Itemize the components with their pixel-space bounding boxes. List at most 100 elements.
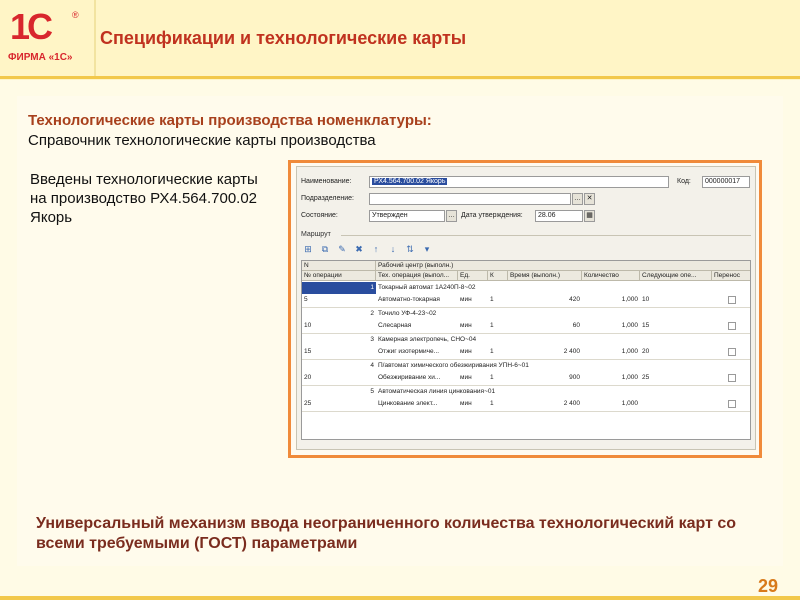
unit-cell[interactable]: мин — [458, 346, 488, 358]
table-header-row: № операции Тех. операция (выпол... Ед. К… — [302, 271, 750, 281]
op-number-cell[interactable]: 15 — [302, 346, 376, 358]
work-center-cell[interactable]: Токарный автомат 1А240П-8~02 — [376, 282, 750, 294]
column-header-op-number[interactable]: № операции — [302, 271, 376, 281]
next-ops-cell[interactable]: 20 — [640, 346, 712, 358]
name-label: Наименование: — [301, 178, 352, 185]
transfer-checkbox[interactable] — [728, 400, 736, 408]
column-header-operation[interactable]: Тех. операция (выпол... — [376, 271, 458, 281]
operation-cell[interactable]: Слесарная — [376, 320, 458, 332]
header-rule — [0, 76, 800, 79]
table-row[interactable]: 3 Камерная электропечь, СНО~04 15 Отжиг изо… — [302, 334, 750, 360]
time-cell[interactable]: 2 400 — [508, 398, 582, 410]
approval-date-field[interactable]: 28.06 — [535, 210, 583, 222]
work-center-cell[interactable]: Автоматическая линия цинкования~01 — [376, 386, 750, 398]
code-label: Код: — [677, 178, 691, 185]
logo-mark: 1C — [10, 6, 53, 47]
k-cell[interactable]: 1 — [488, 346, 508, 358]
column-header-time[interactable]: Время (выполн.) — [508, 271, 582, 281]
copy-row-icon[interactable]: ⧉ — [318, 243, 332, 256]
state-select-button[interactable]: … — [446, 210, 457, 222]
time-cell[interactable]: 2 400 — [508, 346, 582, 358]
division-field[interactable] — [369, 193, 571, 205]
work-center-cell[interactable]: Точило УФ-4-23~02 — [376, 308, 750, 320]
approval-date-label: Дата утверждения: — [461, 212, 523, 219]
quantity-cell[interactable]: 1,000 — [582, 398, 640, 410]
k-cell[interactable]: 1 — [488, 320, 508, 332]
quantity-cell[interactable]: 1,000 — [582, 346, 640, 358]
sort-icon[interactable]: ⇅ — [403, 243, 417, 256]
transfer-checkbox[interactable] — [728, 296, 736, 304]
route-table[interactable]: N Рабочий центр (выполн.) № операции Тех… — [301, 260, 751, 440]
more-icon[interactable]: ▾ — [420, 243, 434, 256]
quantity-cell[interactable]: 1,000 — [582, 372, 640, 384]
op-number-cell[interactable]: 20 — [302, 372, 376, 384]
transfer-checkbox[interactable] — [728, 322, 736, 330]
row-number-cell[interactable]: 5 — [302, 386, 376, 398]
table-row[interactable]: 5 Автоматическая линия цинкования~01 25 Цин… — [302, 386, 750, 412]
unit-cell[interactable]: мин — [458, 372, 488, 384]
column-header-transfer[interactable]: Перенос — [712, 271, 750, 281]
operation-cell[interactable]: Обезжиривание хи... — [376, 372, 458, 384]
add-row-icon[interactable]: ⊞ — [301, 243, 315, 256]
next-ops-cell[interactable]: 10 — [640, 294, 712, 306]
edit-row-icon[interactable]: ✎ — [335, 243, 349, 256]
calendar-icon[interactable]: ▦ — [584, 210, 595, 222]
route-section-divider — [341, 235, 751, 236]
column-header-quantity[interactable]: Количество — [582, 271, 640, 281]
summary-text: Универсальный механизм ввода неограничен… — [36, 515, 737, 552]
division-label: Подразделение: — [301, 195, 354, 202]
intro-text: Введены технологические карты на произво… — [30, 171, 258, 226]
k-cell[interactable]: 1 — [488, 372, 508, 384]
table-header-row: N Рабочий центр (выполн.) — [302, 261, 750, 271]
next-ops-cell[interactable]: 25 — [640, 372, 712, 384]
table-row[interactable]: 1 Токарный автомат 1А240П-8~02 5 Автоматно-… — [302, 282, 750, 308]
slide: 1C ® ФИРМА «1С» Спецификации и технологи… — [0, 0, 800, 600]
state-label: Состояние: — [301, 212, 338, 219]
row-number-cell[interactable]: 2 — [302, 308, 376, 320]
move-up-icon[interactable]: ↑ — [369, 243, 383, 256]
operation-cell[interactable]: Цинкование элект... — [376, 398, 458, 410]
name-value: РХ4.564.700.02 Якорь — [372, 178, 448, 185]
quantity-cell[interactable]: 1,000 — [582, 294, 640, 306]
state-field[interactable]: Утвержден — [369, 210, 445, 222]
column-header-work-center[interactable]: Рабочий центр (выполн.) — [376, 261, 750, 271]
work-center-cell[interactable]: П/автомат химического обезжиривания УПН-… — [376, 360, 750, 372]
delete-row-icon[interactable]: ✖ — [352, 243, 366, 256]
operation-cell[interactable]: Отжиг изотермиче... — [376, 346, 458, 358]
op-number-cell[interactable]: 25 — [302, 398, 376, 410]
table-row[interactable]: 2 Точило УФ-4-23~02 10 Слесарная мин 1 60 1,000… — [302, 308, 750, 334]
unit-cell[interactable]: мин — [458, 320, 488, 332]
quantity-cell[interactable]: 1,000 — [582, 320, 640, 332]
move-down-icon[interactable]: ↓ — [386, 243, 400, 256]
unit-cell[interactable]: мин — [458, 398, 488, 410]
column-header-unit[interactable]: Ед. — [458, 271, 488, 281]
time-cell[interactable]: 420 — [508, 294, 582, 306]
unit-cell[interactable]: мин — [458, 294, 488, 306]
row-number-cell[interactable]: 1 — [302, 282, 376, 294]
code-field[interactable]: 000000017 — [702, 176, 750, 188]
table-row[interactable]: 4 П/автомат химического обезжиривания УПН… — [302, 360, 750, 386]
k-cell[interactable]: 1 — [488, 294, 508, 306]
op-number-cell[interactable]: 5 — [302, 294, 376, 306]
time-cell[interactable]: 60 — [508, 320, 582, 332]
time-cell[interactable]: 900 — [508, 372, 582, 384]
section-heading: Технологические карты производства номен… — [28, 112, 432, 129]
op-number-cell[interactable]: 10 — [302, 320, 376, 332]
next-ops-cell[interactable] — [640, 398, 712, 410]
transfer-checkbox[interactable] — [728, 348, 736, 356]
work-center-cell[interactable]: Камерная электропечь, СНО~04 — [376, 334, 750, 346]
transfer-checkbox[interactable] — [728, 374, 736, 382]
operation-cell[interactable]: Автоматно-токарная — [376, 294, 458, 306]
column-header-k[interactable]: К — [488, 271, 508, 281]
next-ops-cell[interactable]: 15 — [640, 320, 712, 332]
logo-registered-mark: ® — [72, 10, 79, 20]
division-select-button[interactable]: … — [572, 193, 583, 205]
k-cell[interactable]: 1 — [488, 398, 508, 410]
column-header-n[interactable]: N — [302, 261, 376, 271]
row-number-cell[interactable]: 3 — [302, 334, 376, 346]
name-field[interactable]: РХ4.564.700.02 Якорь — [369, 176, 669, 188]
row-number-cell[interactable]: 4 — [302, 360, 376, 372]
division-clear-icon[interactable]: ✕ — [584, 193, 595, 205]
column-header-next-ops[interactable]: Следующие опе... — [640, 271, 712, 281]
section-subheading: Справочник технологические карты произво… — [28, 132, 376, 149]
